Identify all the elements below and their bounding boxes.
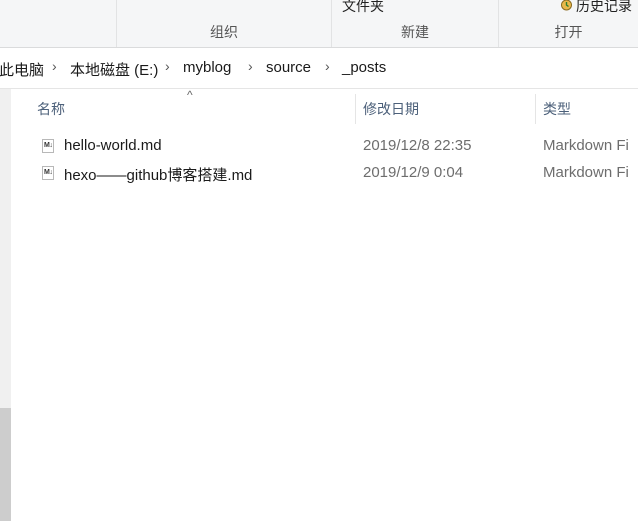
history-button[interactable]: 历史记录 [576, 0, 632, 16]
column-header-type[interactable]: 类型 [543, 99, 571, 119]
ribbon-group-title-new: 新建 [401, 24, 429, 40]
column-divider[interactable] [355, 94, 356, 124]
file-modified-date: 2019/12/9 0:04 [363, 164, 464, 181]
address-bar-divider [0, 88, 638, 89]
ribbon-group-new: 文件夹 新建 [332, 0, 498, 47]
nav-scrollbar-thumb[interactable] [0, 408, 11, 521]
markdown-file-icon: M↓ [42, 166, 54, 180]
breadcrumb-myblog[interactable]: myblog [183, 59, 231, 76]
sort-ascending-icon: ^ [187, 88, 193, 102]
file-row[interactable]: M↓ hexo——github博客搭建.md 2019/12/9 0:04 Ma… [36, 161, 638, 187]
ribbon-group-open: 历史记录 打开 [499, 0, 638, 47]
file-row[interactable]: M↓ hello-world.md 2019/12/8 22:35 Markdo… [36, 134, 638, 160]
chevron-right-icon[interactable]: › [325, 58, 330, 74]
chevron-right-icon[interactable]: › [52, 58, 57, 74]
ribbon-group-title-open: 打开 [554, 24, 583, 40]
new-folder-button[interactable]: 文件夹 [342, 0, 384, 16]
column-header-date[interactable]: 修改日期 [363, 99, 419, 119]
ribbon-group-title-organize: 组织 [210, 24, 238, 40]
ribbon-group-organize: 组织 [117, 0, 331, 47]
file-type: Markdown Fi [543, 164, 629, 181]
history-icon [561, 0, 572, 11]
navigation-pane[interactable] [0, 89, 11, 521]
file-type: Markdown Fi [543, 137, 629, 154]
breadcrumb-posts[interactable]: _posts [342, 59, 386, 76]
breadcrumb-source[interactable]: source [266, 59, 311, 76]
chevron-right-icon[interactable]: › [248, 58, 253, 74]
file-name: hexo——github博客搭建.md [64, 167, 253, 184]
column-divider[interactable] [535, 94, 536, 124]
breadcrumb: 此电脑 › 本地磁盘 (E:) › myblog › source › _pos… [0, 56, 638, 81]
markdown-file-icon: M↓ [42, 139, 54, 153]
breadcrumb-this-pc[interactable]: 此电脑 [0, 59, 44, 80]
file-name: hello-world.md [64, 137, 162, 154]
ribbon-group-clipboard [0, 0, 116, 47]
chevron-right-icon[interactable]: › [165, 58, 170, 74]
breadcrumb-drive-e[interactable]: 本地磁盘 (E:) [70, 59, 158, 80]
ribbon: 组织 文件夹 新建 历史记录 打开 [0, 0, 638, 48]
column-header-name[interactable]: 名称 [37, 99, 65, 119]
file-modified-date: 2019/12/8 22:35 [363, 137, 472, 154]
